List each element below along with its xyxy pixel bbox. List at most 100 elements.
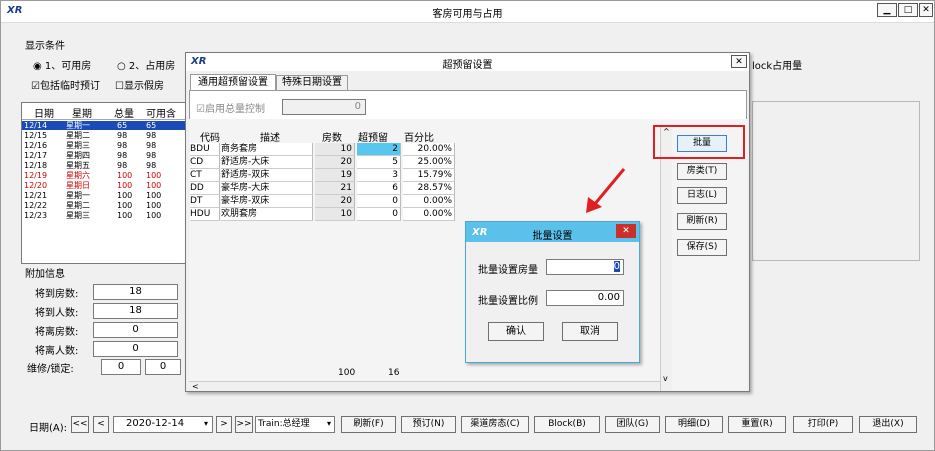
overbooking-row[interactable]: DD 豪华房-大床 21 6 28.57%: [189, 182, 455, 195]
overbooking-cell-over[interactable]: 3: [357, 169, 401, 182]
block-button[interactable]: Block(B): [534, 416, 600, 433]
log-button[interactable]: 日志(L): [677, 187, 727, 204]
refresh-button[interactable]: 刷新(F): [341, 416, 396, 433]
detail-button[interactable]: 明细(D): [665, 416, 723, 433]
col-rooms: 房数: [322, 133, 342, 144]
checkbox-temp-booking[interactable]: ☑包括临时预订: [31, 77, 100, 92]
overbooking-cell-rooms: 21: [315, 182, 355, 195]
overbooking-cell-desc: 舒适房-大床: [221, 156, 313, 169]
minimize-icon[interactable]: ▁: [877, 3, 897, 17]
scroll-down-icon: v: [663, 374, 668, 383]
exit-button[interactable]: 退出(X): [859, 416, 917, 433]
grid-row[interactable]: 12/16 星期三 98 98: [22, 141, 187, 150]
room-grid: 日期 星期 总量 可用含 12/14 星期一 65 65 12/15 星期二 98 98 12/…: [21, 102, 187, 264]
batch-rooms-label: 批量设置房量: [478, 265, 538, 276]
overbooking-cell-pct: 15.79%: [403, 169, 455, 182]
total-control-field[interactable]: 0: [282, 99, 366, 115]
depart-rooms-field: 0: [93, 322, 178, 338]
date-label: 日期(A):: [29, 423, 68, 434]
grid-cell-total: 98: [117, 141, 128, 150]
batch-close-icon[interactable]: ✕: [616, 224, 636, 238]
booking-button[interactable]: 预订(N): [401, 416, 456, 433]
confirm-button[interactable]: 确认: [488, 322, 544, 341]
arrive-people-label: 将到人数:: [35, 308, 79, 319]
horizontal-scrollbar[interactable]: <: [189, 381, 664, 391]
close-icon[interactable]: ✕: [919, 3, 933, 17]
grid-cell-avail: 100: [146, 191, 162, 200]
display-conditions-title: 显示条件: [25, 41, 65, 52]
checkbox-fake-room[interactable]: ☐显示假房: [115, 77, 164, 92]
team-button[interactable]: 团队(G): [605, 416, 660, 433]
overbooking-cell-code: CD: [190, 156, 220, 169]
print-button[interactable]: 打印(P): [793, 416, 853, 433]
dialog-close-icon[interactable]: ✕: [731, 55, 747, 68]
tab-general[interactable]: 通用超预留设置: [190, 74, 276, 90]
overbooking-cell-over[interactable]: 0: [357, 195, 401, 208]
grid-cell-total: 100: [117, 171, 133, 180]
train-select[interactable]: Train:总经理 ▾: [255, 416, 335, 433]
first-day-button[interactable]: <<: [71, 416, 89, 433]
dialog-refresh-button[interactable]: 刷新(R): [677, 213, 727, 230]
overbooking-cell-over[interactable]: 5: [357, 156, 401, 169]
reset-button[interactable]: 重置(R): [728, 416, 786, 433]
grid-row[interactable]: 12/21 星期一 100 100: [22, 191, 187, 200]
sum-over: 16: [388, 368, 400, 378]
overbooking-title-bar: XR 超预留设置 ✕: [186, 53, 749, 71]
overbooking-cell-pct: 0.00%: [403, 208, 455, 221]
overbooking-cell-rooms: 20: [315, 156, 355, 169]
batch-ratio-input[interactable]: 0.00: [546, 290, 624, 306]
grid-row[interactable]: 12/15 星期二 98 98: [22, 131, 187, 140]
save-button[interactable]: 保存(S): [677, 239, 727, 256]
overbooking-row[interactable]: DT 豪华房-双床 20 0 0.00%: [189, 195, 455, 208]
radio-occupied[interactable]: ○ 2、占用房: [117, 57, 175, 72]
tab-special-dates[interactable]: 特殊日期设置: [276, 75, 348, 90]
checkbox-checked-icon: ☑: [196, 104, 205, 115]
grid-cell-date: 12/14: [24, 121, 48, 130]
grid-header-avail: 可用含: [146, 109, 176, 120]
batch-button[interactable]: 批量: [677, 135, 727, 152]
overbooking-row[interactable]: CD 舒适房-大床 20 5 25.00%: [189, 156, 455, 169]
overbooking-cell-rooms: 20: [315, 195, 355, 208]
overbooking-cell-code: CT: [190, 169, 220, 182]
grid-row[interactable]: 12/18 星期五 98 98: [22, 161, 187, 170]
date-input[interactable]: 2020-12-14 ▾: [113, 416, 213, 433]
grid-row[interactable]: 12/23 星期三 100 100: [22, 211, 187, 220]
overbooking-row[interactable]: HDU 欢朋套房 10 0 0.00%: [189, 208, 455, 221]
batch-rooms-input[interactable]: 0: [546, 259, 624, 275]
col-desc: 描述: [260, 133, 280, 144]
batch-settings-dialog: XR 批量设置 ✕ 批量设置房量 0 批量设置比例 0.00 确认 取消: [465, 221, 640, 363]
maximize-icon[interactable]: □: [898, 3, 918, 17]
grid-row[interactable]: 12/17 星期四 98 98: [22, 151, 187, 160]
enable-total-checkbox[interactable]: ☑启用总量控制: [196, 100, 265, 115]
channel-status-button[interactable]: 渠道房态(C): [461, 416, 529, 433]
overbooking-cell-over[interactable]: 0: [357, 208, 401, 221]
col-over: 超预留: [358, 133, 388, 144]
overbooking-row[interactable]: CT 舒适房-双床 19 3 15.79%: [189, 169, 455, 182]
overbooking-table-header: 代码 描述 房数 超预留 百分比: [190, 129, 456, 144]
grid-header: 日期 星期 总量 可用含: [22, 103, 187, 120]
next-day-button[interactable]: >: [216, 416, 232, 433]
vertical-scrollbar[interactable]: ^ v: [660, 125, 672, 391]
grid-cell-avail: 100: [146, 171, 162, 180]
overbooking-cell-over[interactable]: 2: [357, 143, 401, 156]
radio-available[interactable]: ◉ 1、可用房: [33, 57, 91, 72]
grid-cell-total: 98: [117, 131, 128, 140]
overbooking-cell-rooms: 19: [315, 169, 355, 182]
prev-day-button[interactable]: <: [93, 416, 109, 433]
overbooking-cell-rooms: 10: [315, 143, 355, 156]
grid-header-date: 日期: [34, 109, 54, 120]
grid-row[interactable]: 12/20 星期日 100 100: [22, 181, 187, 190]
grid-row[interactable]: 12/22 星期二 100 100: [22, 201, 187, 210]
grid-cell-avail: 98: [146, 161, 157, 170]
depart-rooms-label: 将离房数:: [35, 327, 79, 338]
overbooking-row[interactable]: BDU 商务套房 10 2 20.00%: [189, 143, 455, 156]
grid-cell-total: 100: [117, 201, 133, 210]
cancel-button[interactable]: 取消: [562, 322, 618, 341]
room-type-button[interactable]: 房类(T): [677, 163, 727, 180]
grid-cell-date: 12/20: [24, 181, 48, 190]
overbooking-cell-over[interactable]: 6: [357, 182, 401, 195]
grid-row[interactable]: 12/19 星期六 100 100: [22, 171, 187, 180]
grid-cell-week: 星期六: [66, 171, 90, 180]
grid-row[interactable]: 12/14 星期一 65 65: [22, 121, 187, 130]
last-day-button[interactable]: >>: [235, 416, 253, 433]
